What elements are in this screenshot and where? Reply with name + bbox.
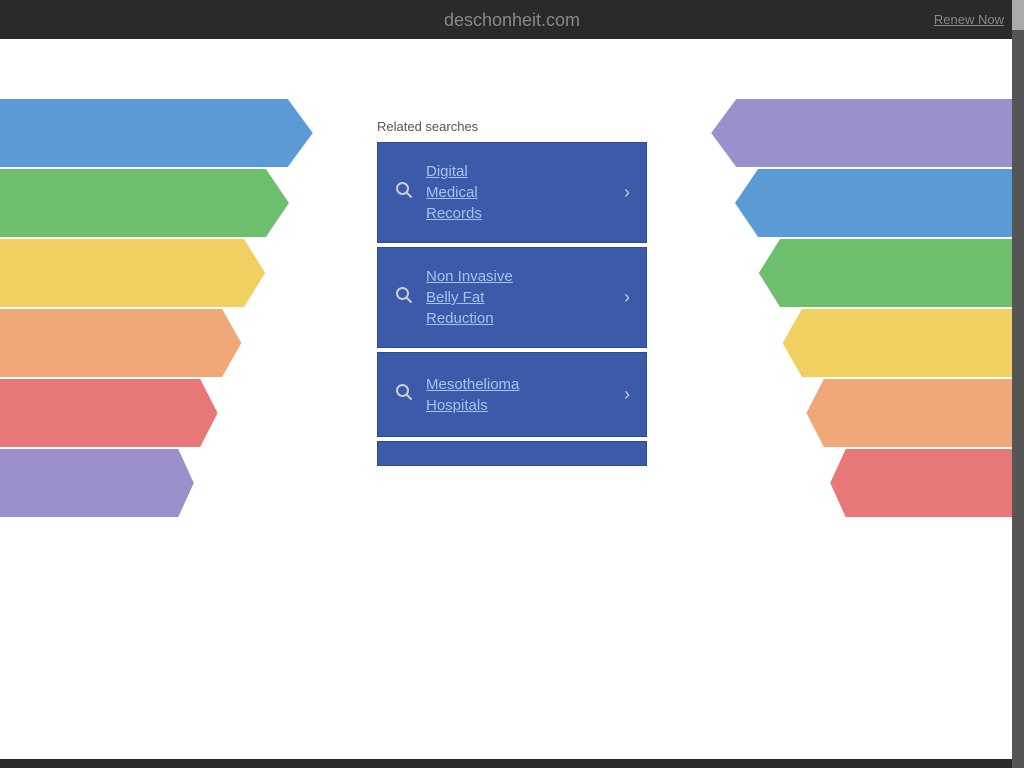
- ribbons-left: [0, 99, 340, 649]
- scrollbar-track: [1012, 0, 1024, 768]
- main-content: Related searches DigitalMedicalRecords ›: [0, 39, 1024, 759]
- search-card-left-2: Non InvasiveBelly FatReduction: [394, 266, 513, 329]
- chevron-right-icon-1: ›: [624, 182, 630, 203]
- search-card-left-3: MesotheliomaHospitals: [394, 374, 519, 416]
- search-card-text-2: Non InvasiveBelly FatReduction: [426, 266, 513, 329]
- search-card-partial[interactable]: [377, 441, 647, 466]
- search-card-digital-medical-records[interactable]: DigitalMedicalRecords ›: [377, 142, 647, 243]
- search-card-text-1: DigitalMedicalRecords: [426, 161, 482, 224]
- search-card-mesothelioma-hospitals[interactable]: MesotheliomaHospitals ›: [377, 352, 647, 437]
- search-icon-2: [394, 285, 414, 310]
- site-title: deschonheit.com: [444, 10, 580, 30]
- scrollbar-thumb[interactable]: [1012, 0, 1024, 30]
- top-bar: deschonheit.com Renew Now: [0, 0, 1024, 39]
- search-area: Related searches DigitalMedicalRecords ›: [377, 119, 647, 470]
- search-card-belly-fat-reduction[interactable]: Non InvasiveBelly FatReduction ›: [377, 247, 647, 348]
- chevron-right-icon-3: ›: [624, 384, 630, 405]
- search-card-left-1: DigitalMedicalRecords: [394, 161, 482, 224]
- related-searches-label: Related searches: [377, 119, 647, 134]
- search-icon-3: [394, 382, 414, 407]
- chevron-right-icon-2: ›: [624, 287, 630, 308]
- ribbons-right: [684, 99, 1024, 649]
- search-card-text-3: MesotheliomaHospitals: [426, 374, 519, 416]
- search-icon-1: [394, 180, 414, 205]
- renew-now-link[interactable]: Renew Now: [934, 12, 1004, 27]
